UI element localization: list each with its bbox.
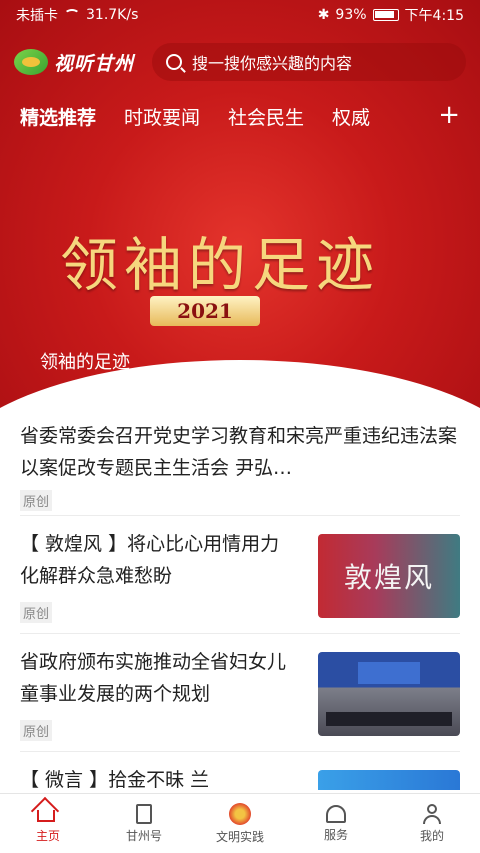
news-item[interactable]: 【 微言 】拾金不昧 兰 (20, 752, 460, 790)
banner-year: 2021 (150, 296, 260, 326)
nav-mine[interactable]: 我的 (384, 794, 480, 853)
nav-label: 我的 (419, 828, 444, 843)
bluetooth-icon: ✱ (317, 7, 330, 23)
nav-label: 文明实践 (215, 829, 264, 844)
add-tab-icon[interactable]: + (438, 96, 460, 134)
carrier-text: 未插卡 (16, 8, 58, 24)
tab-featured[interactable]: 精选推荐 (20, 103, 96, 130)
app-name: 视听甘州 (54, 52, 135, 75)
news-thumbnail (318, 770, 460, 790)
tab-politics[interactable]: 时政要闻 (124, 103, 200, 130)
banner-carousel[interactable]: 领袖的足迹 2021 领袖的足迹 (0, 150, 480, 393)
bottom-nav: 主页 甘州号 文明实践 服务 我的 (0, 793, 480, 853)
status-bar: 未插卡 31.7K/s ✱ 93% 下午4:15 (0, 0, 480, 30)
news-item[interactable]: 省委常委会召开党史学习教育和宋亮严重违纪违法案以案促改专题民主生活会 尹弘… 原… (20, 410, 460, 516)
battery-percent: 93% (335, 7, 367, 23)
news-title: 省委常委会召开党史学习教育和宋亮严重违纪违法案以案促改专题民主生活会 尹弘… (20, 425, 458, 479)
nav-label: 服务 (323, 827, 348, 842)
app-header: 视听甘州 搜一搜你感兴趣的内容 (0, 40, 480, 84)
nav-service[interactable]: 服务 (288, 794, 384, 853)
banner-title: 领袖的足迹 (60, 231, 381, 299)
document-icon (136, 803, 152, 824)
news-title: 【 微言 】拾金不昧 兰 (20, 769, 210, 790)
news-thumbnail: 敦煌风 (318, 534, 460, 618)
nav-label: 甘州号 (125, 828, 162, 843)
clock: 下午4:15 (404, 8, 464, 24)
original-tag: 原创 (20, 720, 53, 741)
original-tag: 原创 (20, 490, 53, 511)
nav-home[interactable]: 主页 (0, 794, 96, 853)
nav-ganzhou-hao[interactable]: 甘州号 (96, 794, 192, 853)
search-placeholder: 搜一搜你感兴趣的内容 (192, 54, 353, 73)
tab-society[interactable]: 社会民生 (228, 103, 304, 130)
top-red-area: 未插卡 31.7K/s ✱ 93% 下午4:15 视听甘州 搜一搜你感兴趣的内容… (0, 0, 480, 410)
news-title: 【 敦煌风 】将心比心用情用力 化解群众急难愁盼 (20, 533, 280, 587)
user-icon (422, 803, 442, 824)
news-title: 省政府颁布实施推动全省妇女儿童事业发展的两个规划 (20, 651, 287, 705)
original-tag: 原创 (20, 602, 53, 623)
app-logo: 视听甘州 (14, 49, 134, 76)
tab-authority[interactable]: 权威 (332, 103, 370, 130)
battery-icon (372, 9, 399, 21)
heart-hands-icon (326, 804, 346, 823)
logo-mark-icon (14, 49, 48, 75)
nav-civilization-practice[interactable]: 文明实践 (192, 794, 288, 853)
news-item[interactable]: 【 敦煌风 】将心比心用情用力 化解群众急难愁盼 原创 敦煌风 (20, 516, 460, 634)
wifi-icon (64, 9, 80, 21)
category-tabs: 精选推荐 时政要闻 社会民生 权威 + (0, 96, 480, 136)
home-icon (37, 809, 55, 822)
nav-label: 主页 (35, 828, 60, 843)
network-speed: 31.7K/s (86, 7, 139, 23)
search-bar[interactable]: 搜一搜你感兴趣的内容 (152, 43, 466, 81)
search-icon (166, 54, 183, 70)
news-feed: 省委常委会召开党史学习教育和宋亮严重违纪违法案以案促改专题民主生活会 尹弘… 原… (0, 410, 480, 790)
news-thumbnail (318, 652, 460, 736)
emblem-icon (229, 802, 251, 825)
news-item[interactable]: 省政府颁布实施推动全省妇女儿童事业发展的两个规划 原创 (20, 634, 460, 752)
